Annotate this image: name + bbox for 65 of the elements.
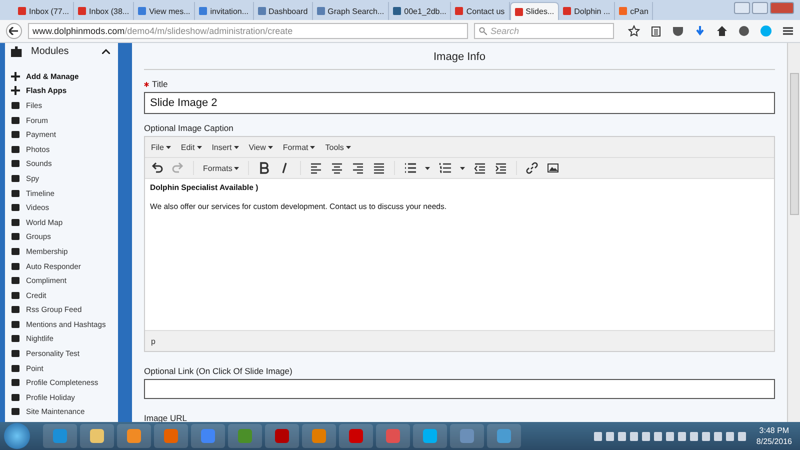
- align-right-icon[interactable]: [352, 162, 364, 174]
- field-label: Title: [144, 79, 775, 89]
- address-field[interactable]: www.dolphinmods.com/demo4/m/slideshow/administration/create: [28, 23, 468, 39]
- editor-menu[interactable]: Format: [282, 142, 316, 152]
- browser-tab[interactable]: Slides...: [510, 2, 560, 20]
- menu-icon[interactable]: [782, 25, 794, 37]
- back-arrow-icon: [9, 27, 18, 35]
- home-icon[interactable]: [716, 25, 728, 37]
- sidebar-title: Modules: [31, 46, 69, 56]
- plus-icon: [11, 72, 20, 81]
- bullet-list-icon[interactable]: [404, 162, 416, 174]
- favicon-icon: [393, 7, 402, 15]
- justify-icon[interactable]: [373, 162, 386, 174]
- caret-icon: [346, 146, 351, 148]
- caret-icon: [268, 146, 273, 148]
- indent-icon[interactable]: [495, 162, 508, 174]
- formats-dropdown[interactable]: Formats: [203, 164, 240, 172]
- favicon-icon: [514, 8, 523, 16]
- favicon-icon: [619, 7, 628, 15]
- editor-menu[interactable]: Edit: [180, 142, 202, 152]
- favicon-icon: [199, 7, 208, 15]
- bold-icon[interactable]: [258, 162, 270, 174]
- favicon-icon: [258, 7, 266, 15]
- caret-icon: [166, 146, 171, 148]
- favicon-icon: [563, 7, 572, 15]
- field-label: Image URL: [144, 413, 188, 423]
- favicon-icon: [138, 7, 146, 15]
- element-path: p: [151, 336, 156, 346]
- title-input[interactable]: Slide Image 2: [144, 92, 775, 114]
- caret-icon: [460, 166, 466, 170]
- editor-menu[interactable]: File: [151, 142, 171, 152]
- favicon-icon: [18, 7, 26, 15]
- align-center-icon[interactable]: [331, 162, 344, 174]
- favicon-icon: [78, 7, 86, 15]
- editor-menu[interactable]: View: [248, 142, 273, 152]
- star-icon[interactable]: [628, 25, 640, 37]
- link-input[interactable]: [144, 379, 775, 399]
- caret-icon: [425, 166, 430, 170]
- taskbar-app-icon[interactable]: [80, 424, 114, 448]
- editor-menu[interactable]: Insert: [212, 142, 239, 152]
- editor-menu[interactable]: Tools: [325, 142, 351, 152]
- plus-icon: [11, 86, 20, 96]
- undo-icon[interactable]: [151, 162, 163, 174]
- chevron-up-icon[interactable]: [102, 48, 110, 54]
- numbered-list-icon[interactable]: [439, 162, 452, 174]
- back-button[interactable]: [6, 23, 22, 39]
- favicon-icon: [455, 7, 464, 15]
- favicon-icon: [316, 7, 325, 15]
- outdent-icon[interactable]: [474, 162, 486, 174]
- field-label: Optional Image Caption: [144, 123, 234, 133]
- clock[interactable]: 3:48 PM 8/25/2016: [756, 425, 792, 447]
- align-left-icon[interactable]: [310, 162, 322, 174]
- image-icon[interactable]: [547, 162, 560, 174]
- download-icon[interactable]: [694, 25, 706, 37]
- caret-icon: [234, 166, 240, 170]
- search-icon: [478, 27, 487, 35]
- field-label: Optional Link (On Click Of Slide Image): [144, 366, 294, 376]
- clipboard-icon[interactable]: [650, 25, 662, 37]
- caret-icon: [310, 146, 316, 148]
- caret-icon: [234, 146, 239, 148]
- section-heading: Image Info: [144, 51, 775, 70]
- scrollbar[interactable]: [787, 43, 800, 423]
- link-icon[interactable]: [526, 162, 538, 174]
- start-button[interactable]: [4, 423, 30, 449]
- caret-icon: [196, 146, 202, 148]
